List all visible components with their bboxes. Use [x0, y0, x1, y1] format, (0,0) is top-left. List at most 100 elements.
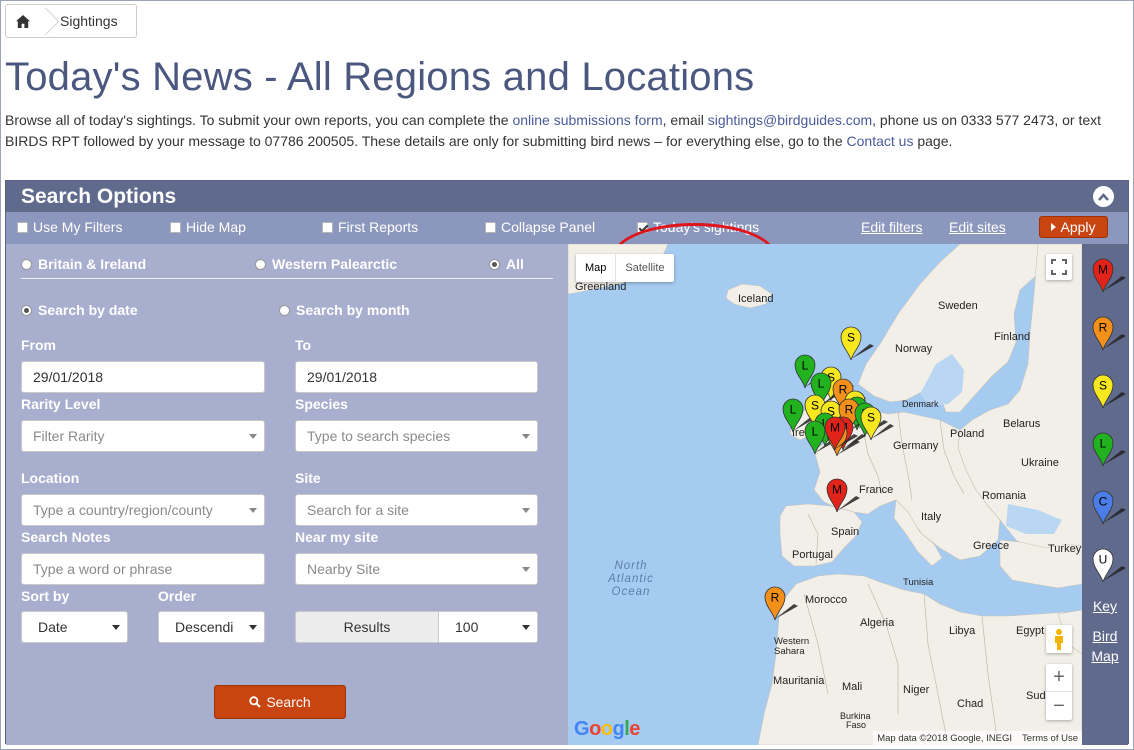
sighting-pin-m[interactable]: M	[826, 478, 862, 521]
search-button[interactable]: Search	[214, 685, 346, 719]
terms-of-use-link[interactable]: Terms of Use	[1022, 733, 1078, 744]
bird-map-line: Bird	[1092, 628, 1118, 644]
order-label: Order	[158, 588, 197, 604]
region-radio-britain[interactable]: Britain & Ireland	[21, 256, 146, 272]
street-view-button[interactable]	[1046, 625, 1072, 653]
zoom-in-button[interactable]: +	[1046, 664, 1072, 692]
caret-down-icon	[522, 508, 530, 513]
order-value: Descendi	[175, 619, 234, 635]
map-label: Libya	[949, 625, 976, 637]
zoom-out-button[interactable]: −	[1046, 692, 1072, 720]
online-submissions-link[interactable]: online submissions form	[512, 112, 662, 128]
checkbox-box[interactable]	[637, 221, 648, 233]
search-by-date-radio[interactable]: Search by date	[21, 302, 138, 318]
sighting-pin-s[interactable]: S	[840, 326, 876, 369]
contact-us-link[interactable]: Contact us	[847, 133, 914, 149]
site-select[interactable]: Search for a site	[295, 494, 538, 526]
map-label: France	[859, 484, 894, 496]
svg-text:L: L	[802, 359, 809, 373]
sort-by-select[interactable]: Date	[21, 611, 128, 643]
radio-label: Western Palearctic	[272, 256, 398, 272]
map-label: Egypt	[1016, 625, 1045, 637]
home-icon	[16, 14, 30, 28]
species-search-input[interactable]: Type to search species	[295, 420, 538, 452]
site-label: Site	[295, 470, 321, 486]
region-radio-all[interactable]: All	[489, 256, 524, 272]
apply-button[interactable]: Apply	[1039, 216, 1108, 238]
apply-label: Apply	[1060, 219, 1096, 235]
location-label: Location	[21, 470, 80, 486]
map-label: Denmark	[902, 399, 939, 409]
checkbox-box[interactable]	[322, 221, 333, 233]
checkbox-box[interactable]	[17, 221, 28, 233]
bird-map-link[interactable]: Bird Map	[1082, 626, 1128, 666]
key-link[interactable]: Key	[1082, 596, 1128, 616]
checkbox-label: Hide Map	[186, 219, 246, 235]
bird-map-line: Map	[1091, 648, 1119, 664]
checkbox-box[interactable]	[170, 221, 181, 233]
intro-part: Browse all of today's sightings. To subm…	[5, 112, 513, 128]
collapse-panel-checkbox[interactable]: Collapse Panel	[485, 219, 595, 235]
sighting-pin-r[interactable]: R	[764, 586, 800, 629]
search-options-panel: Search Options Use My Filters Hide Map F…	[5, 180, 1129, 745]
map-label: Germany	[893, 440, 939, 452]
use-my-filters-checkbox[interactable]: Use My Filters	[17, 219, 122, 235]
svg-text:L: L	[818, 377, 825, 391]
order-select[interactable]: Descendi	[158, 611, 265, 643]
map-label: Chad	[957, 698, 984, 710]
map-label: Sweden	[938, 300, 978, 312]
location-select[interactable]: Type a country/region/county	[21, 494, 265, 526]
map-type-satellite[interactable]: Satellite	[615, 254, 673, 282]
map-label: Spain	[831, 526, 860, 538]
collapse-panel-button[interactable]	[1093, 186, 1114, 207]
results-count-select[interactable]: 100	[438, 611, 538, 643]
to-date-input[interactable]: 29/01/2018	[295, 361, 538, 393]
site-placeholder: Search for a site	[307, 502, 409, 518]
rarity-placeholder: Filter Rarity	[33, 428, 105, 444]
breadcrumb-item-sightings[interactable]: Sightings	[52, 13, 136, 29]
search-notes-label: Search Notes	[21, 529, 111, 545]
email-link[interactable]: sightings@birdguides.com	[708, 112, 872, 128]
fullscreen-button[interactable]	[1046, 254, 1072, 280]
radio-button[interactable]	[21, 304, 32, 316]
near-my-site-select[interactable]: Nearby Site	[295, 553, 538, 585]
first-reports-checkbox[interactable]: First Reports	[322, 219, 418, 235]
map-label: Mali	[842, 681, 863, 693]
todays-sightings-checkbox[interactable]: Today's sightings	[637, 219, 759, 235]
radio-button[interactable]	[255, 258, 266, 270]
radio-button[interactable]	[21, 258, 32, 270]
page-title: Today's News - All Regions and Locations	[5, 55, 755, 99]
checkbox-box[interactable]	[485, 221, 496, 233]
map-label: Tunisia	[903, 577, 934, 588]
hide-map-checkbox[interactable]: Hide Map	[170, 219, 246, 235]
search-notes-input[interactable]: Type a word or phrase	[21, 553, 265, 585]
svg-text:M: M	[832, 483, 842, 497]
panel-title: Search Options	[21, 185, 177, 208]
edit-filters-link[interactable]: Edit filters	[861, 219, 922, 235]
rarity-select[interactable]: Filter Rarity	[21, 420, 265, 452]
svg-text:U: U	[1099, 553, 1108, 567]
caret-down-icon	[522, 625, 530, 630]
search-by-month-radio[interactable]: Search by month	[279, 302, 410, 318]
caret-down-icon	[522, 567, 530, 572]
radio-button[interactable]	[489, 258, 500, 270]
svg-text:S: S	[847, 331, 855, 345]
svg-text:M: M	[830, 421, 840, 435]
map-label: Belarus	[1003, 418, 1041, 430]
results-label-button[interactable]: Results	[295, 611, 439, 643]
region-radio-western-palearctic[interactable]: Western Palearctic	[255, 256, 397, 272]
svg-text:R: R	[1099, 321, 1108, 335]
sort-by-label: Sort by	[21, 588, 70, 604]
pegman-icon	[1055, 629, 1063, 650]
svg-text:R: R	[771, 591, 780, 605]
intro-text: Browse all of today's sightings. To subm…	[5, 110, 1125, 151]
sightings-map[interactable]: Map Satellite Greenland Iceland Sweden N…	[568, 244, 1082, 745]
map-attribution: Map data ©2018 Google, INEGI Terms of Us…	[873, 731, 1082, 745]
edit-sites-link[interactable]: Edit sites	[949, 219, 1006, 235]
sighting-pin-m[interactable]: M	[824, 416, 860, 459]
radio-label: Britain & Ireland	[38, 256, 147, 272]
radio-button[interactable]	[279, 304, 290, 316]
map-key-column: M R S L C U Key Bird Map	[1082, 244, 1128, 745]
map-type-map[interactable]: Map	[576, 254, 615, 282]
from-date-input[interactable]: 29/01/2018	[21, 361, 265, 393]
